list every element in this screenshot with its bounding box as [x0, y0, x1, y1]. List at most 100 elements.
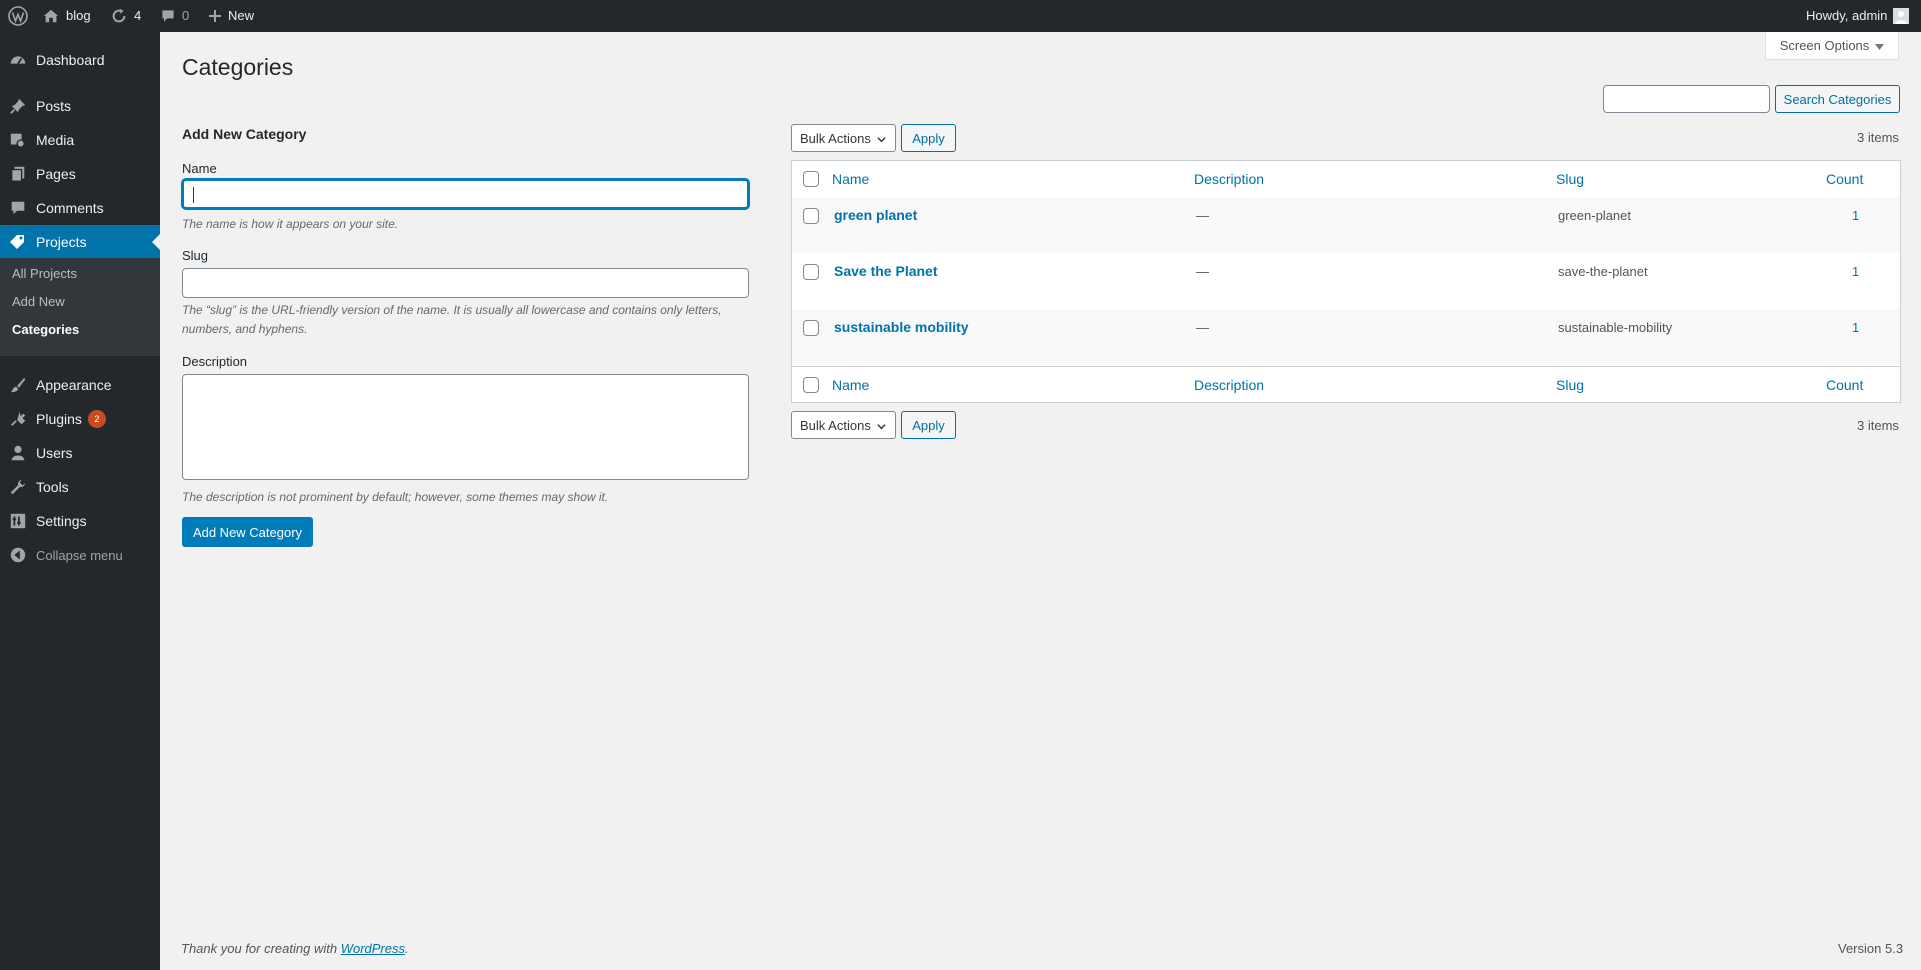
wrench-icon — [0, 478, 36, 496]
chevron-down-icon — [876, 420, 887, 435]
comment-icon — [0, 199, 36, 217]
collapse-icon — [0, 546, 36, 564]
sidebar-item-label: Pages — [36, 166, 76, 182]
submenu-categories[interactable]: Categories — [12, 322, 79, 337]
sidebar-item-plugins[interactable]: Plugins 2 — [0, 402, 160, 436]
sidebar-item-users[interactable]: Users — [0, 436, 160, 470]
avatar — [1893, 8, 1910, 24]
column-footer-count[interactable]: Count — [1826, 377, 1863, 393]
dashboard-icon — [0, 51, 36, 69]
row-checkbox[interactable] — [803, 264, 819, 280]
greeting: Howdy, admin — [1806, 8, 1888, 23]
bulk-actions-select-top[interactable]: Bulk Actions — [791, 124, 896, 152]
table-row: sustainable mobility — sustainable-mobil… — [792, 309, 1900, 365]
column-footer-description[interactable]: Description — [1194, 377, 1264, 393]
page-title: Categories — [182, 54, 294, 80]
table-row: Save the Planet — save-the-planet 1 — [792, 253, 1900, 309]
sidebar-item-label: Dashboard — [36, 52, 105, 68]
column-header-description[interactable]: Description — [1194, 171, 1264, 187]
sidebar-item-appearance[interactable]: Appearance — [0, 368, 160, 402]
sidebar-item-label: Settings — [36, 513, 87, 529]
new-content-link[interactable]: New — [208, 0, 254, 32]
description-help: The description is not prominent by defa… — [182, 490, 609, 504]
my-account-link[interactable]: Howdy, admin — [1806, 0, 1910, 32]
sidebar-item-label: Posts — [36, 98, 72, 114]
collapse-menu-button[interactable]: Collapse menu — [0, 538, 160, 572]
caret-down-icon — [1875, 38, 1885, 53]
wordpress-link[interactable]: WordPress — [341, 941, 405, 956]
new-label: New — [228, 8, 255, 23]
add-new-category-title: Add New Category — [182, 126, 307, 142]
sidebar-item-label: Projects — [36, 234, 87, 250]
apply-button-top[interactable]: Apply — [901, 124, 956, 152]
category-slug: sustainable-mobility — [1558, 320, 1673, 335]
submenu-all-projects[interactable]: All Projects — [12, 266, 77, 281]
site-name: blog — [66, 8, 91, 23]
sidebar-item-settings[interactable]: Settings — [0, 504, 160, 538]
column-header-slug[interactable]: Slug — [1556, 171, 1584, 187]
sidebar-item-media[interactable]: Media — [0, 123, 160, 157]
submenu-add-new[interactable]: Add New — [12, 294, 65, 309]
slug-input[interactable] — [182, 268, 749, 298]
category-count-link[interactable]: 1 — [1852, 208, 1859, 223]
comment-icon — [160, 8, 176, 24]
category-name-link[interactable]: Save the Planet — [834, 263, 938, 279]
search-input[interactable] — [1603, 85, 1770, 113]
row-checkbox[interactable] — [803, 320, 819, 336]
plus-icon — [208, 9, 222, 23]
updates-link[interactable]: 4 — [110, 0, 141, 32]
sidebar-item-label: Users — [36, 445, 73, 461]
site-name-link[interactable]: blog — [42, 0, 91, 32]
sidebar-item-label: Appearance — [36, 377, 112, 393]
bulk-actions-label: Bulk Actions — [800, 417, 871, 433]
select-all-checkbox-footer[interactable] — [803, 377, 819, 393]
screen-options-button[interactable]: Screen Options — [1765, 32, 1899, 60]
sidebar-item-label: Media — [36, 132, 75, 148]
category-slug: save-the-planet — [1558, 264, 1648, 279]
description-textarea[interactable] — [182, 374, 749, 480]
sidebar-item-posts[interactable]: Posts — [0, 89, 160, 123]
select-all-checkbox[interactable] — [803, 171, 819, 187]
column-footer-slug[interactable]: Slug — [1556, 377, 1584, 393]
text-cursor — [193, 187, 194, 203]
footer-thanks: Thank you for creating with WordPress. — [181, 941, 409, 956]
sidebar-item-dashboard[interactable]: Dashboard — [0, 43, 160, 77]
category-count-link[interactable]: 1 — [1852, 264, 1859, 279]
category-count-link[interactable]: 1 — [1852, 320, 1859, 335]
wordpress-logo-icon[interactable] — [8, 0, 28, 32]
bulk-actions-select-bottom[interactable]: Bulk Actions — [791, 411, 896, 439]
row-checkbox[interactable] — [803, 208, 819, 224]
user-icon — [0, 444, 36, 462]
updates-count: 4 — [134, 8, 142, 23]
main-content: Screen Options Categories Search Categor… — [160, 32, 1921, 970]
table-header: Name Description Slug Count — [792, 161, 1900, 198]
column-footer-name[interactable]: Name — [832, 377, 869, 393]
updates-icon — [110, 7, 128, 25]
home-icon — [42, 7, 60, 25]
sidebar-item-comments[interactable]: Comments — [0, 191, 160, 225]
table-row: green planet — green-planet 1 — [792, 197, 1900, 253]
plugins-update-badge: 2 — [87, 410, 106, 428]
category-description: — — [1196, 264, 1209, 279]
admin-bar: blog 4 0 New Howdy, admin — [0, 0, 1921, 32]
sidebar-item-projects[interactable]: Projects — [0, 225, 160, 259]
pages-icon — [0, 165, 36, 183]
name-label: Name — [182, 161, 217, 176]
table-footer: Name Description Slug Count — [792, 366, 1900, 403]
column-header-name[interactable]: Name — [832, 171, 869, 187]
comments-link[interactable]: 0 — [160, 0, 189, 32]
slug-help: The “slug” is the URL-friendly version o… — [182, 303, 722, 336]
category-name-link[interactable]: sustainable mobility — [834, 319, 969, 335]
sidebar-item-tools[interactable]: Tools — [0, 470, 160, 504]
category-name-link[interactable]: green planet — [834, 207, 917, 223]
sidebar-item-pages[interactable]: Pages — [0, 157, 160, 191]
description-label: Description — [182, 354, 248, 369]
name-input[interactable] — [182, 179, 749, 209]
search-categories-button[interactable]: Search Categories — [1775, 85, 1900, 113]
add-new-category-button[interactable]: Add New Category — [182, 517, 313, 547]
media-icon — [0, 131, 36, 149]
categories-table: Name Description Slug Count green planet… — [791, 160, 1901, 403]
collapse-menu-label: Collapse menu — [36, 547, 123, 563]
apply-button-bottom[interactable]: Apply — [901, 411, 956, 439]
column-header-count[interactable]: Count — [1826, 171, 1863, 187]
